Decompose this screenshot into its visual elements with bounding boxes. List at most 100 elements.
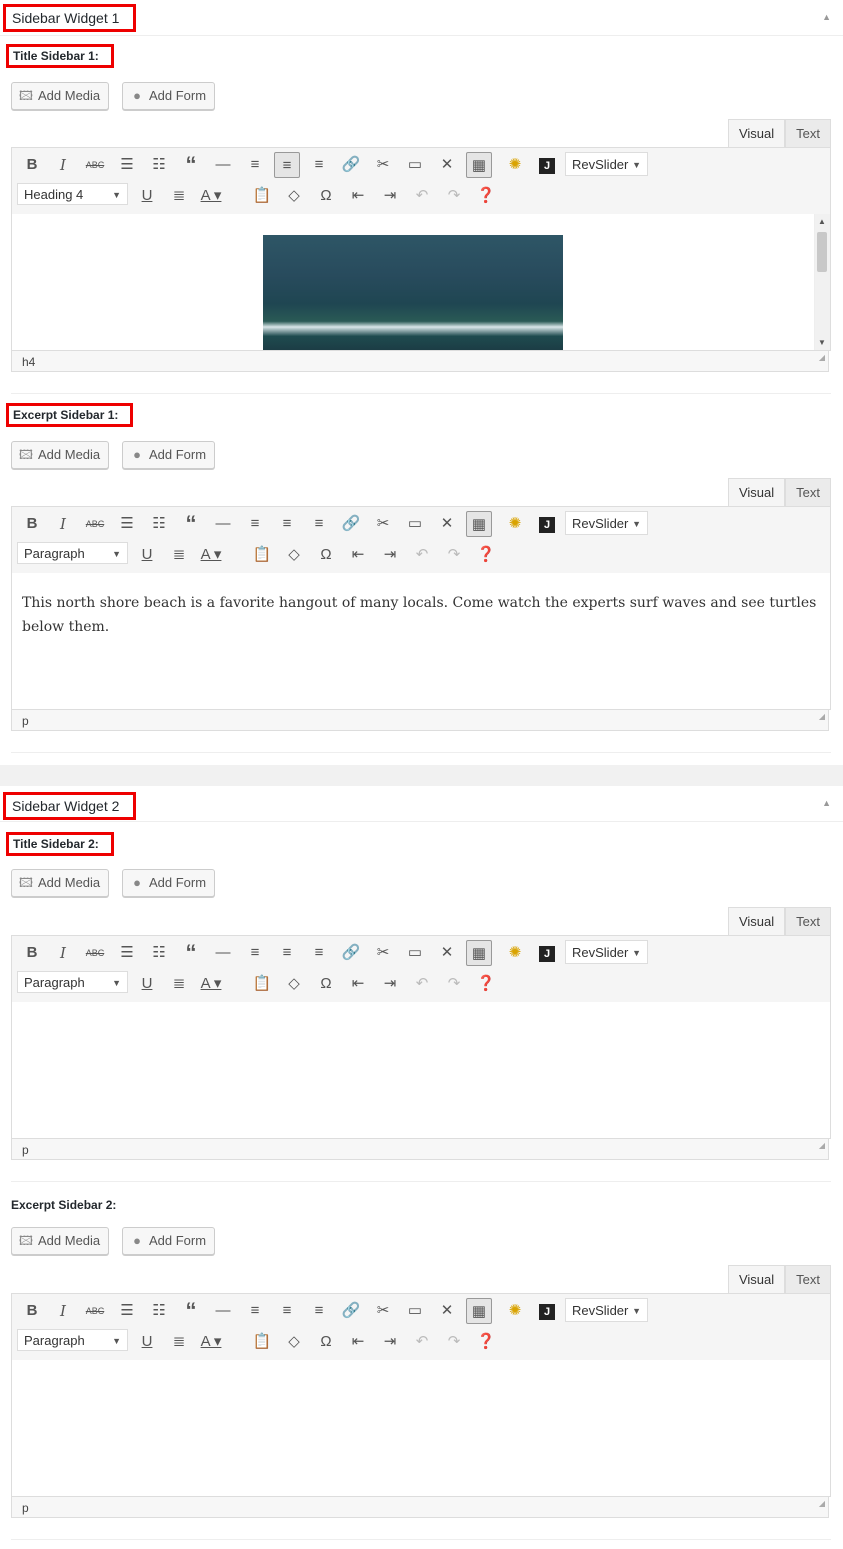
indent-icon[interactable]: ⇥ xyxy=(377,542,403,568)
format-select[interactable]: Paragraph ▼ xyxy=(17,1329,128,1351)
numbered-list-icon[interactable]: ☷ xyxy=(146,511,172,537)
fullscreen-icon[interactable]: ✕ xyxy=(434,511,460,537)
editor-content-area[interactable]: ▲ ▼ xyxy=(11,214,831,351)
special-character-icon[interactable]: Ω xyxy=(313,542,339,568)
toolbar-toggle-icon[interactable]: ▦ xyxy=(466,511,492,537)
unlink-icon[interactable]: ✂ xyxy=(370,152,396,178)
outdent-icon[interactable]: ⇤ xyxy=(345,183,371,209)
add-form-button[interactable]: ● Add Form xyxy=(122,1227,216,1255)
blockquote-icon[interactable]: “ xyxy=(178,940,204,966)
scroll-up-icon[interactable]: ▲ xyxy=(818,217,826,226)
blockquote-icon[interactable]: “ xyxy=(178,1298,204,1324)
toolbar-toggle-icon[interactable]: ▦ xyxy=(466,940,492,966)
align-right-icon[interactable]: ≡ xyxy=(306,1298,332,1324)
tab-text[interactable]: Text xyxy=(785,478,831,507)
help-icon[interactable]: ❓ xyxy=(473,971,499,997)
horizontal-rule-icon[interactable]: — xyxy=(210,1298,236,1324)
tab-text[interactable]: Text xyxy=(785,1265,831,1294)
help-icon[interactable]: ❓ xyxy=(473,542,499,568)
italic-icon[interactable]: I xyxy=(50,511,76,537)
strikethrough-icon[interactable]: ABC xyxy=(82,940,108,966)
fullscreen-icon[interactable]: ✕ xyxy=(434,940,460,966)
toolbar-toggle-icon[interactable]: ▦ xyxy=(466,1298,492,1324)
bullet-list-icon[interactable]: ☰ xyxy=(114,940,140,966)
redo-icon[interactable]: ↷ xyxy=(441,542,467,568)
format-select[interactable]: Heading 4 ▼ xyxy=(17,183,128,205)
numbered-list-icon[interactable]: ☷ xyxy=(146,940,172,966)
editor-scrollbar[interactable]: ▲ ▼ xyxy=(814,214,830,350)
help-icon[interactable]: ❓ xyxy=(473,1329,499,1355)
tab-text[interactable]: Text xyxy=(785,907,831,936)
align-center-icon[interactable]: ≡ xyxy=(274,940,300,966)
plugin-icon[interactable]: ✺ xyxy=(502,940,528,966)
tab-visual[interactable]: Visual xyxy=(727,478,786,507)
special-character-icon[interactable]: Ω xyxy=(313,183,339,209)
strikethrough-icon[interactable]: ABC xyxy=(82,1298,108,1324)
panel-header[interactable]: Sidebar Widget 2 ▲ xyxy=(0,786,843,822)
fullscreen-icon[interactable]: ✕ xyxy=(434,1298,460,1324)
justify-icon[interactable]: ≣ xyxy=(166,183,192,209)
plugin-icon[interactable]: ✺ xyxy=(502,152,528,178)
undo-icon[interactable]: ↶ xyxy=(409,1329,435,1355)
collapse-arrow-icon[interactable]: ▲ xyxy=(822,798,831,808)
add-form-button[interactable]: ● Add Form xyxy=(122,441,216,469)
help-icon[interactable]: ❓ xyxy=(473,183,499,209)
resize-grip-icon[interactable]: ◢ xyxy=(819,1135,825,1157)
numbered-list-icon[interactable]: ☷ xyxy=(146,1298,172,1324)
j-icon[interactable]: J xyxy=(534,152,560,178)
link-icon[interactable]: 🔗 xyxy=(338,940,364,966)
paste-text-icon[interactable]: 📋 xyxy=(249,1329,275,1355)
revslider-dropdown[interactable]: RevSlider ▼ xyxy=(565,1298,648,1322)
redo-icon[interactable]: ↷ xyxy=(441,971,467,997)
italic-icon[interactable]: I xyxy=(50,152,76,178)
align-left-icon[interactable]: ≡ xyxy=(242,940,268,966)
underline-icon[interactable]: U xyxy=(134,542,160,568)
clear-formatting-icon[interactable]: ◇ xyxy=(281,1329,307,1355)
format-select[interactable]: Paragraph ▼ xyxy=(17,971,128,993)
indent-icon[interactable]: ⇥ xyxy=(377,1329,403,1355)
undo-icon[interactable]: ↶ xyxy=(409,183,435,209)
revslider-dropdown[interactable]: RevSlider ▼ xyxy=(565,511,648,535)
bold-icon[interactable]: B xyxy=(19,1298,45,1324)
align-right-icon[interactable]: ≡ xyxy=(306,511,332,537)
link-icon[interactable]: 🔗 xyxy=(338,152,364,178)
justify-icon[interactable]: ≣ xyxy=(166,1329,192,1355)
text-color-icon[interactable]: A ▾ xyxy=(198,542,224,568)
outdent-icon[interactable]: ⇤ xyxy=(345,1329,371,1355)
blockquote-icon[interactable]: “ xyxy=(178,511,204,537)
j-icon[interactable]: J xyxy=(534,1298,560,1324)
unlink-icon[interactable]: ✂ xyxy=(370,940,396,966)
horizontal-rule-icon[interactable]: — xyxy=(210,152,236,178)
undo-icon[interactable]: ↶ xyxy=(409,542,435,568)
read-more-icon[interactable]: ▭ xyxy=(402,940,428,966)
tab-text[interactable]: Text xyxy=(785,119,831,148)
editor-content-area[interactable]: This north shore beach is a favorite han… xyxy=(11,573,831,710)
align-center-icon[interactable]: ≡ xyxy=(274,152,300,178)
bold-icon[interactable]: B xyxy=(19,940,45,966)
add-form-button[interactable]: ● Add Form xyxy=(122,82,216,110)
align-center-icon[interactable]: ≡ xyxy=(274,511,300,537)
paste-text-icon[interactable]: 📋 xyxy=(249,971,275,997)
align-center-icon[interactable]: ≡ xyxy=(274,1298,300,1324)
text-color-icon[interactable]: A ▾ xyxy=(198,183,224,209)
indent-icon[interactable]: ⇥ xyxy=(377,183,403,209)
tab-visual[interactable]: Visual xyxy=(727,1265,786,1294)
add-media-button[interactable]: 🖾 Add Media xyxy=(11,441,110,469)
panel-header[interactable]: Sidebar Widget 1 ▲ xyxy=(0,0,843,36)
special-character-icon[interactable]: Ω xyxy=(313,1329,339,1355)
scroll-thumb[interactable] xyxy=(817,232,827,272)
paste-text-icon[interactable]: 📋 xyxy=(249,542,275,568)
toolbar-toggle-icon[interactable]: ▦ xyxy=(466,152,492,178)
underline-icon[interactable]: U xyxy=(134,971,160,997)
read-more-icon[interactable]: ▭ xyxy=(402,511,428,537)
clear-formatting-icon[interactable]: ◇ xyxy=(281,183,307,209)
outdent-icon[interactable]: ⇤ xyxy=(345,542,371,568)
bullet-list-icon[interactable]: ☰ xyxy=(114,152,140,178)
blockquote-icon[interactable]: “ xyxy=(178,152,204,178)
unlink-icon[interactable]: ✂ xyxy=(370,511,396,537)
plugin-icon[interactable]: ✺ xyxy=(502,511,528,537)
unlink-icon[interactable]: ✂ xyxy=(370,1298,396,1324)
bullet-list-icon[interactable]: ☰ xyxy=(114,511,140,537)
align-right-icon[interactable]: ≡ xyxy=(306,940,332,966)
editor-content-area[interactable] xyxy=(11,1360,831,1497)
